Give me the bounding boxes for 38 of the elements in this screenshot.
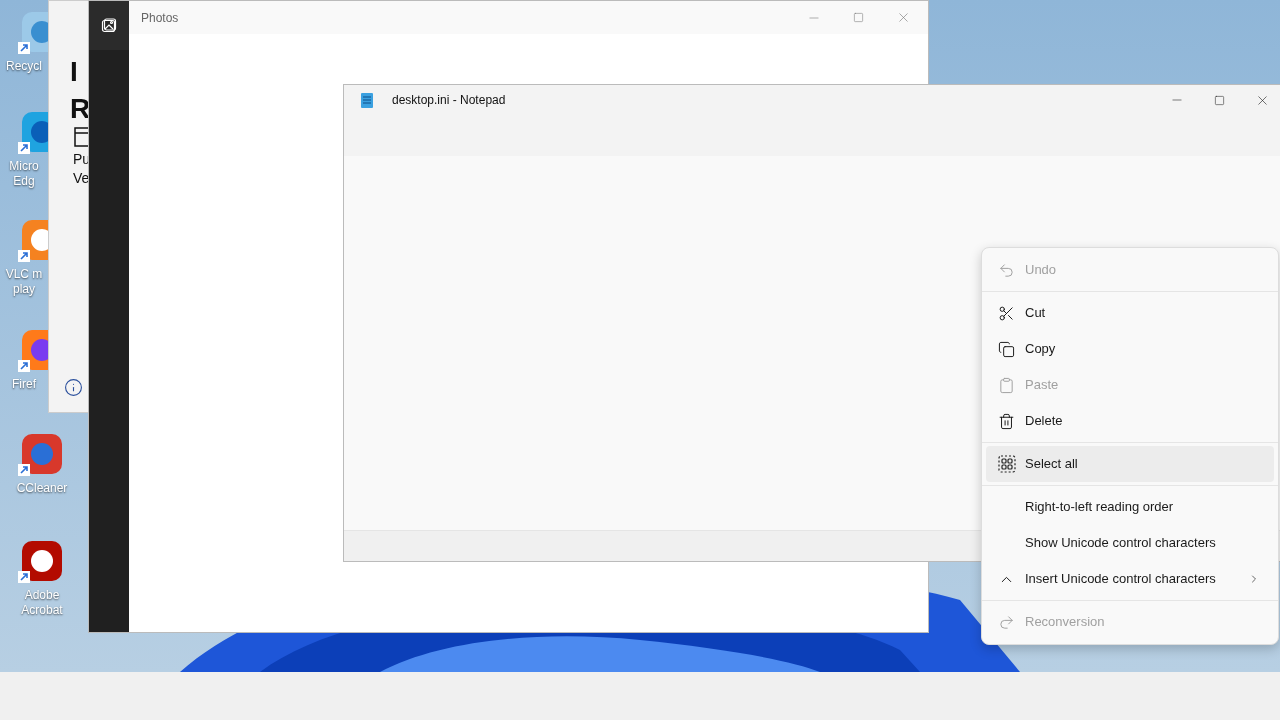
undo-icon: [998, 261, 1015, 279]
redo-icon: [998, 613, 1015, 631]
menu-item[interactable]: Insert Unicode control characters: [986, 561, 1274, 597]
window-icon: [74, 127, 88, 147]
window-heading: I: [70, 55, 79, 89]
app-icon[interactable]: [18, 110, 48, 156]
icon-label: Micro: [9, 159, 39, 174]
icon-label: VLC m: [5, 267, 43, 282]
clipboard-icon: [998, 376, 1015, 394]
icon-label: Edg: [13, 174, 35, 189]
select-all-icon: [998, 455, 1016, 473]
icon-label: CCleaner: [16, 481, 68, 496]
menu-item[interactable]: Copy: [986, 331, 1274, 367]
menu-item[interactable]: Delete: [986, 403, 1274, 439]
trash-icon: [998, 412, 1015, 430]
maximize-icon[interactable]: [853, 12, 864, 23]
copy-icon: [998, 340, 1015, 358]
app-icon[interactable]: [18, 10, 48, 56]
menu-item[interactable]: Show Unicode control characters: [986, 525, 1274, 561]
window-title: desktop.ini - Notepad: [392, 92, 506, 109]
close-icon[interactable]: [896, 10, 911, 25]
icon-label: Adobe: [24, 588, 60, 603]
maximize-icon[interactable]: [1214, 94, 1225, 106]
scissors-icon: [998, 304, 1015, 322]
app-icon[interactable]: [18, 328, 48, 374]
menu-item[interactable]: Select all: [986, 446, 1274, 482]
icon-label: Recycl: [6, 59, 42, 74]
menu-item[interactable]: Cut: [986, 295, 1274, 331]
window-heading: R: [70, 92, 88, 126]
menu-item[interactable]: Right-to-left reading order: [986, 489, 1274, 525]
image-icon[interactable]: [101, 17, 117, 34]
icon-label: Acrobat: [21, 603, 63, 618]
window-text: Ve: [73, 169, 88, 188]
notepad-icon: [360, 91, 374, 109]
window-title: Photos: [141, 9, 179, 27]
icon-label: Firef: [12, 377, 36, 392]
icon-label: play: [13, 282, 35, 297]
info-icon[interactable]: [64, 378, 83, 397]
